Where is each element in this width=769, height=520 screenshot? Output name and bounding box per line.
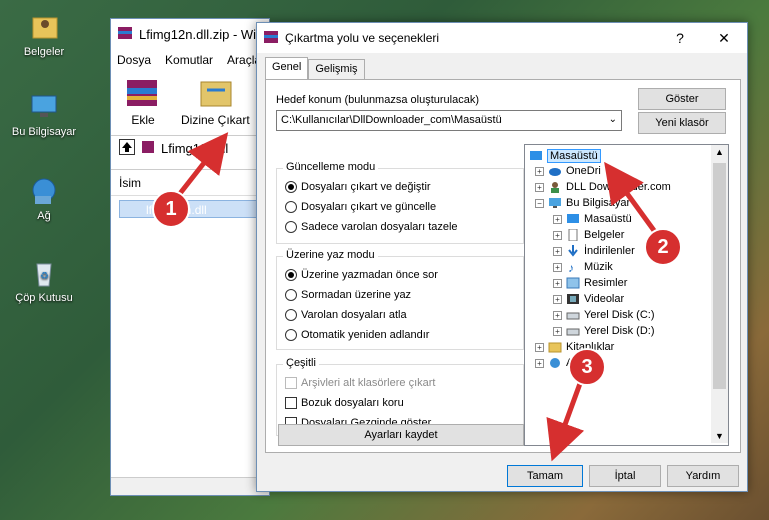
annotation-badge-2: 2 <box>644 228 682 266</box>
annotation-arrow-3 <box>546 377 585 462</box>
annotation-arrow-2 <box>604 161 661 238</box>
annotation-badge-1: 1 <box>152 190 190 228</box>
annotation-badge-3: 3 <box>568 348 606 386</box>
annotation-arrow-1 <box>176 132 229 198</box>
